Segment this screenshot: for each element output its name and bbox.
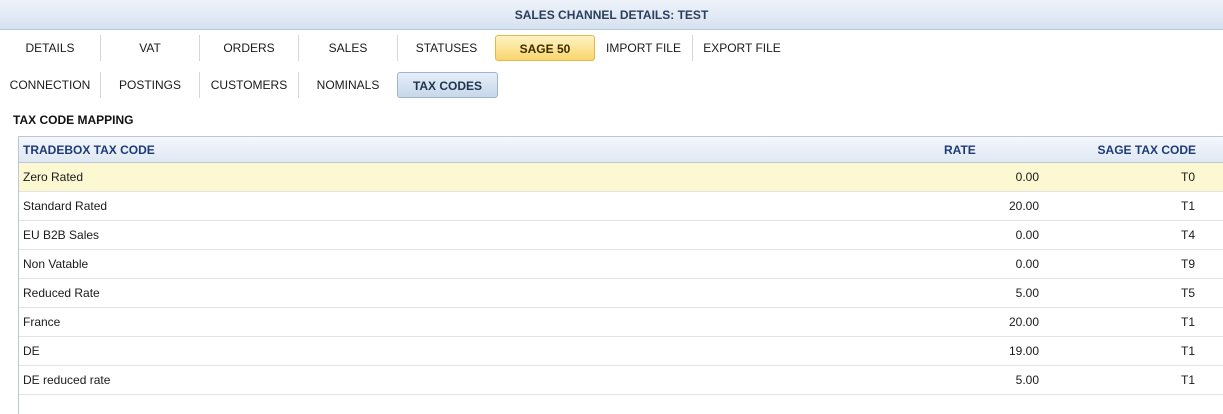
tradebox-tax-code-cell: Zero Rated [23, 170, 84, 184]
sage-tax-code-cell: T1 [1180, 315, 1195, 329]
tradebox-tax-code-cell: Standard Rated [23, 199, 108, 213]
subtab-tax-codes[interactable]: TAX CODES [397, 72, 498, 98]
subtab-connection[interactable]: CONNECTION [0, 72, 101, 98]
subtab-customers[interactable]: CUSTOMERS [200, 72, 299, 98]
tax-code-grid: TRADEBOX TAX CODE RATE SAGE TAX CODE Zer… [18, 136, 1223, 414]
tab-details[interactable]: DETAILS [0, 35, 101, 61]
tab-sage-50[interactable]: SAGE 50 [495, 35, 595, 61]
tradebox-tax-code-cell: France [23, 315, 61, 329]
table-row[interactable]: EU B2B Sales 0.00 T4 [19, 221, 1223, 250]
sage-tax-code-cell: T1 [1180, 373, 1195, 387]
sage-tax-code-cell: T9 [1180, 257, 1195, 271]
tradebox-tax-code-cell: DE reduced rate [23, 373, 111, 387]
rate-cell: 20.00 [1008, 199, 1039, 213]
rate-cell: 5.00 [1015, 286, 1039, 300]
tradebox-tax-code-cell: EU B2B Sales [23, 228, 100, 242]
subtab-postings[interactable]: POSTINGS [101, 72, 200, 98]
sage-tax-code-cell: T0 [1180, 170, 1195, 184]
window-title: SALES CHANNEL DETAILS: TEST [0, 0, 1223, 30]
tab-sales[interactable]: SALES [299, 35, 398, 61]
tradebox-tax-code-cell: DE [23, 344, 40, 358]
table-row[interactable]: Zero Rated 0.00 T0 [19, 163, 1223, 192]
tab-vat[interactable]: VAT [101, 35, 200, 61]
table-row[interactable]: Reduced Rate 5.00 T5 [19, 279, 1223, 308]
tradebox-tax-code-cell: Reduced Rate [23, 286, 100, 300]
rate-cell: 5.00 [1015, 373, 1039, 387]
tab-export-file[interactable]: EXPORT FILE [693, 35, 791, 61]
subtab-nominals[interactable]: NOMINALS [299, 72, 397, 98]
main-tab-bar: DETAILS VAT ORDERS SALES STATUSES SAGE 5… [0, 31, 1223, 65]
sage-tax-code-cell: T5 [1180, 286, 1195, 300]
table-row[interactable]: DE 19.00 T1 [19, 337, 1223, 366]
sage-tax-code-cell: T1 [1180, 344, 1195, 358]
rate-cell: 19.00 [1008, 344, 1039, 358]
table-row[interactable]: Standard Rated 20.00 T1 [19, 192, 1223, 221]
rate-cell: 0.00 [1015, 257, 1039, 271]
table-row[interactable]: France 20.00 T1 [19, 308, 1223, 337]
column-header-rate[interactable]: RATE [944, 137, 976, 163]
section-title: TAX CODE MAPPING [13, 113, 134, 127]
tab-import-file[interactable]: IMPORT FILE [595, 35, 693, 61]
sub-tab-bar: CONNECTION POSTINGS CUSTOMERS NOMINALS T… [0, 68, 1223, 102]
table-row[interactable]: DE reduced rate 5.00 T1 [19, 366, 1223, 395]
grid-header: TRADEBOX TAX CODE RATE SAGE TAX CODE [19, 137, 1223, 163]
sage-tax-code-cell: T4 [1180, 228, 1195, 242]
column-header-sage-tax-code[interactable]: SAGE TAX CODE [1098, 137, 1196, 163]
sage-tax-code-cell: T1 [1180, 199, 1195, 213]
grid-body: Zero Rated 0.00 T0 Standard Rated 20.00 T1 EU … [19, 163, 1223, 395]
rate-cell: 0.00 [1015, 228, 1039, 242]
tradebox-tax-code-cell: Non Vatable [23, 257, 89, 271]
rate-cell: 0.00 [1015, 170, 1039, 184]
table-row[interactable]: Non Vatable 0.00 T9 [19, 250, 1223, 279]
tab-orders[interactable]: ORDERS [200, 35, 299, 61]
rate-cell: 20.00 [1008, 315, 1039, 329]
column-header-tradebox-tax-code[interactable]: TRADEBOX TAX CODE [23, 137, 155, 163]
tab-statuses[interactable]: STATUSES [398, 35, 495, 61]
